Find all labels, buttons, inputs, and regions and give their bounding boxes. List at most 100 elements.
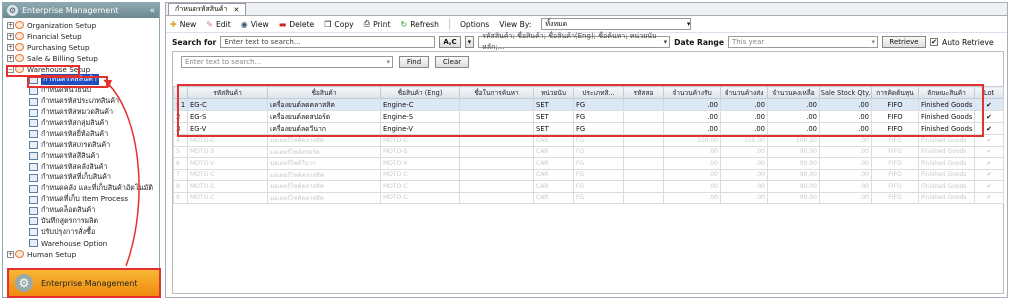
collapse-icon[interactable]: « [149,6,155,16]
table-cell: .00 [720,145,768,158]
new-button[interactable]: ✚ New [170,20,196,29]
table-cell: CAR [533,191,574,204]
chevron-down-icon: ▾ [386,58,390,66]
tree-item-label: Organization Setup [27,20,97,30]
lot-checkbox[interactable]: ✔ [974,180,1004,193]
expand-toggle-icon[interactable]: + [7,54,14,62]
date-range-select[interactable]: This year ▾ [728,36,878,48]
toolbar-divider [448,18,450,30]
tree-leaf-item[interactable]: กำหนดรหัสเกรดสินค้า [3,140,159,151]
table-row[interactable]: 8 MOTO-C มอเตอร์ไซค์คลาสสิค MOTO-C CAR FG .00.… [173,180,1004,193]
table-cell: FG [573,168,624,181]
lot-checkbox[interactable]: ✔ [974,157,1004,170]
table-cell: MOTO-C [187,168,268,181]
tree-leaf-item[interactable]: กำหนดรหัสยี่ห้อสินค้า [3,129,159,140]
table-cell: มอเตอร์ไซค์คลาสสิค [267,191,381,204]
delete-button[interactable]: ▬ Delete [279,20,315,29]
form-icon [29,184,38,193]
main-content: กำหนดรหัสสินค้า ✕ ✚ New ✎ Edit ◉ View ▬ Dele… [165,2,1008,298]
expand-toggle-icon[interactable]: + [7,250,14,258]
enterprise-management-button[interactable]: ⚙ Enterprise Management [7,268,161,298]
tree-leaf-item[interactable]: Warehouse Option [3,238,159,249]
print-button[interactable]: ⎙ Print [364,19,391,29]
table-cell: .00 [819,145,872,158]
table-cell: CAR [533,157,574,170]
auto-retrieve-checkbox[interactable]: ✔ [930,38,938,46]
table-cell: FIFO [871,191,919,204]
search-fields-select[interactable]: รหัสสินค้า; ชื่อสินค้า; ชื่อสินค้า(Eng);… [478,32,671,51]
expand-toggle-icon[interactable]: + [7,43,14,51]
table-cell: .00 [819,168,872,181]
tree-leaf-item[interactable]: กำหนดรหัสคลังสินค้า [3,162,159,173]
lot-checkbox[interactable]: ✔ [974,145,1004,158]
view-button[interactable]: ◉ View [241,20,269,29]
tree-leaf-item[interactable]: กำหนดรหัสประเภทสินค้า [3,96,159,107]
tab-label: กำหนดรหัสสินค้า [175,5,228,13]
edit-button[interactable]: ✎ Edit [206,20,230,29]
expand-toggle-icon[interactable]: + [7,21,14,29]
search-input[interactable]: Enter text to search... [220,36,436,48]
filter-input[interactable]: Enter text to search... ▾ [181,56,393,68]
tree-leaf-item[interactable]: กำหนดรหัสหมวดสินค้า [3,107,159,118]
table-cell: MOTO-C [380,180,460,193]
table-row[interactable]: 7 MOTO-C มอเตอร์ไซค์คลาสสิค MOTO-C CAR FG .00.… [173,168,1004,181]
lot-checkbox[interactable]: ✔ [974,168,1004,181]
view-by-select[interactable]: ทั้งหมด ▾ [541,18,692,30]
find-button[interactable]: Find [399,56,429,68]
tab-item-code[interactable]: กำหนดรหัสสินค้า ✕ [168,3,247,15]
table-cell: CAR [533,145,574,158]
search-mode-button[interactable]: A,C [439,36,461,48]
table-row[interactable]: 9 MOTO-C มอเตอร์ไซค์คลาสสิค MOTO-C CAR FG .00.… [173,191,1004,204]
tree-leaf-item[interactable]: กำหนดคลัง และที่เก็บสินค้าอัตโนมัติ [3,183,159,194]
copy-icon: ❐ [324,19,332,29]
tree-leaf-item[interactable]: กำหนดล็อตสินค้า [3,205,159,216]
tree-item-label: กำหนดรหัสยี่ห้อสินค้า [41,128,109,138]
copy-button[interactable]: ❐ Copy [324,20,353,29]
tree-item-label: กำหนดรหัสเกรดสินค้า [41,139,111,149]
table-cell: 7 [173,168,188,181]
table-cell: .00 [720,191,768,204]
tree-folder-item[interactable]: + Sale & Billing Setup [3,53,159,64]
tree-leaf-item[interactable]: ปรับปรุงการสั่งซื้อ [3,227,159,238]
table-cell [623,168,664,181]
gear-icon: ⚙ [7,5,18,16]
retrieve-button[interactable]: Retrieve [882,36,926,48]
tree-leaf-item[interactable]: กำหนดรหัสกลุ่มสินค้า [3,118,159,129]
table-cell: MOTO-C [187,180,268,193]
table-cell: FG [573,145,624,158]
tree-folder-item[interactable]: + Purchasing Setup [3,42,159,53]
expand-toggle-icon[interactable]: + [7,32,14,40]
table-cell [623,145,664,158]
copy-label: Copy [334,19,354,29]
refresh-label: Refresh [410,19,439,29]
view-by-value: ทั้งหมด [545,19,568,28]
table-cell [623,157,664,170]
tree-leaf-item[interactable]: กำหนดรหัสสีสินค้า [3,151,159,162]
tree-folder-item[interactable]: + Human Setup [3,249,159,260]
close-icon[interactable]: ✕ [233,6,239,14]
tree-item-label: Sale & Billing Setup [27,53,98,63]
tree-folder-item[interactable]: + Financial Setup [3,31,159,42]
table-cell [459,180,534,193]
options-button[interactable]: Options [460,20,489,29]
table-cell: MOTO-S [187,145,268,158]
tree-leaf-item[interactable]: บันทึกสูตรการผลิต [3,216,159,227]
clear-button[interactable]: Clear [435,56,469,68]
tree-leaf-item[interactable]: กำหนดที่เก็บ Item Process [3,194,159,205]
tree-leaf-item[interactable]: กำหนดรหัสที่เก็บสินค้า [3,172,159,183]
table-row[interactable]: 5 MOTO-S มอเตอร์ไซค์สปอร์ต MOTO-S CAR FG .00.0… [173,145,1004,158]
tree-folder-item[interactable]: + Organization Setup [3,20,159,31]
search-mode-dropdown[interactable]: ▾ [464,36,475,48]
table-cell: Finished Goods [918,168,975,181]
refresh-button[interactable]: ↻ Refresh [401,20,439,29]
table-cell: .00 [819,157,872,170]
lot-checkbox[interactable]: ✔ [974,191,1004,204]
filter-row: Enter text to search... ▾ Find Clear [173,52,1003,72]
delete-label: Delete [289,19,315,29]
table-cell: FG [573,157,624,170]
table-cell [623,180,664,193]
table-row[interactable]: 6 MOTO-V มอเตอร์ไซค์วีนาก MOTO-V CAR FG .00.00… [173,157,1004,170]
table-cell: MOTO-C [380,168,460,181]
highlight-box-selected-item [27,76,108,88]
search-fields-value: รหัสสินค้า; ชื่อสินค้า; ชื่อสินค้า(Eng);… [482,32,657,51]
